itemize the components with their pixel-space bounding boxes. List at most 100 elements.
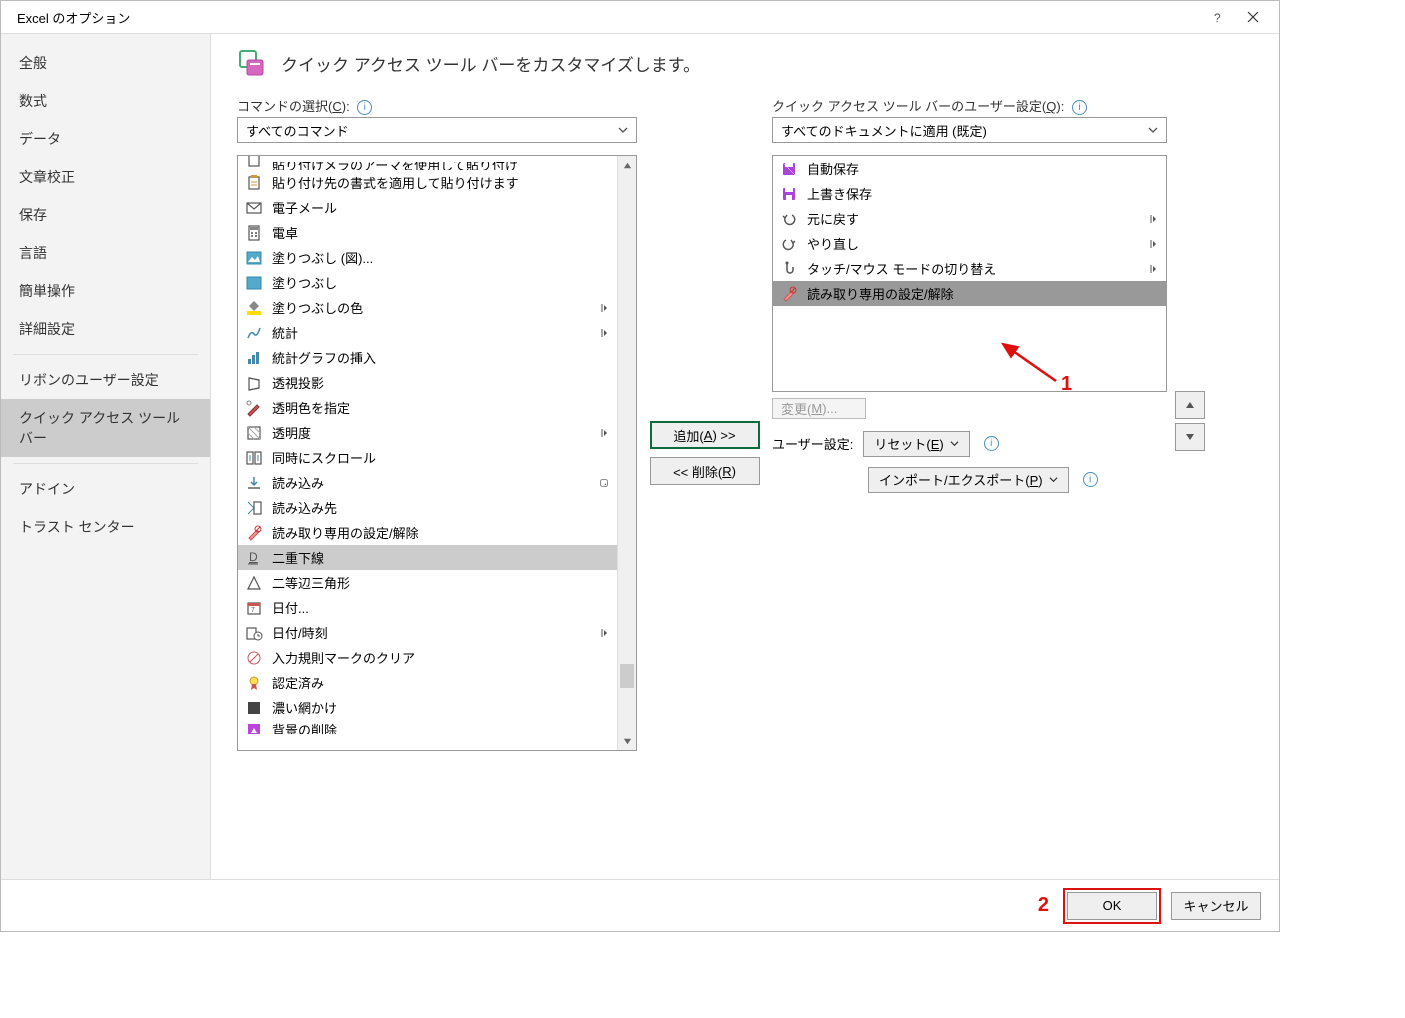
info-icon[interactable]: i — [1083, 472, 1098, 487]
submenu-indicator-icon — [1146, 264, 1160, 274]
add-button[interactable]: 追加(A) >> — [650, 421, 760, 449]
list-item[interactable]: 濃い網かけ — [238, 695, 617, 720]
readonly-toggle-icon — [244, 523, 264, 543]
submenu-indicator-icon — [597, 328, 611, 338]
list-item[interactable]: 電卓 — [238, 220, 617, 245]
list-item[interactable]: 認定済み — [238, 670, 617, 695]
sidebar-item[interactable]: 数式 — [1, 82, 210, 120]
list-item[interactable]: 自動保存 — [773, 156, 1166, 181]
scope-dropdown[interactable]: すべてのドキュメントに適用 (既定) — [772, 117, 1167, 143]
list-item[interactable]: 透視投影 — [238, 370, 617, 395]
list-item-label: 透明度 — [272, 423, 589, 442]
move-up-button[interactable] — [1175, 391, 1205, 419]
sidebar-item[interactable]: 言語 — [1, 234, 210, 272]
info-icon[interactable]: i — [1072, 100, 1087, 115]
modify-button: 変更(M)... — [772, 398, 866, 419]
list-item-label: 統計グラフの挿入 — [272, 348, 611, 367]
list-item[interactable]: 背景の削除 — [238, 720, 617, 734]
list-item[interactable]: 透明度 — [238, 420, 617, 445]
ok-button[interactable]: OK — [1067, 892, 1157, 920]
list-item[interactable]: 塗りつぶし — [238, 270, 617, 295]
main-panel: クイック アクセス ツール バーをカスタマイズします。 コマンドの選択(C): … — [211, 34, 1279, 879]
sidebar-divider — [13, 463, 198, 464]
sidebar: 全般数式データ文章校正保存言語簡単操作詳細設定 リボンのユーザー設定クイック ア… — [1, 34, 211, 879]
scroll-track[interactable] — [618, 174, 636, 732]
double-underline-icon: D — [244, 548, 264, 568]
list-item[interactable]: 入力規則マークのクリア — [238, 645, 617, 670]
list-item-label: 塗りつぶしの色 — [272, 298, 589, 317]
list-item[interactable]: タッチ/マウス モードの切り替え — [773, 256, 1166, 281]
scrollbar[interactable] — [617, 156, 636, 750]
main-header: クイック アクセス ツール バーをカスタマイズします。 — [237, 48, 1253, 78]
submenu-indicator-icon — [597, 628, 611, 638]
list-item[interactable]: 塗りつぶしの色 — [238, 295, 617, 320]
list-item-label: やり直し — [807, 234, 1138, 253]
sidebar-item[interactable]: トラスト センター — [1, 508, 210, 546]
sidebar-item[interactable]: 保存 — [1, 196, 210, 234]
list-item[interactable]: 元に戻す — [773, 206, 1166, 231]
autosave-icon — [779, 159, 799, 179]
sidebar-item[interactable]: クイック アクセス ツール バー — [1, 399, 210, 457]
list-item[interactable]: 読み取り専用の設定/解除 — [238, 520, 617, 545]
submenu-indicator-icon — [597, 303, 611, 313]
list-item[interactable]: 日付/時刻 — [238, 620, 617, 645]
scroll-thumb[interactable] — [620, 664, 634, 688]
info-icon[interactable]: i — [357, 100, 372, 115]
qat-settings-label: クイック アクセス ツール バーのユーザー設定(Q): — [772, 99, 1068, 114]
list-item-label: 読み込み — [272, 473, 589, 492]
window-title: Excel のオプション — [9, 8, 1199, 27]
list-item[interactable]: 電子メール — [238, 195, 617, 220]
list-item-label: タッチ/マウス モードの切り替え — [807, 259, 1138, 278]
close-button[interactable] — [1235, 3, 1271, 31]
sidebar-item[interactable]: データ — [1, 120, 210, 158]
commands-dropdown[interactable]: すべてのコマンド — [237, 117, 637, 143]
sidebar-item[interactable]: リボンのユーザー設定 — [1, 361, 210, 399]
list-item[interactable]: 読み取り専用の設定/解除 — [773, 281, 1166, 306]
sidebar-item[interactable]: 文章校正 — [1, 158, 210, 196]
list-item[interactable]: 同時にスクロール — [238, 445, 617, 470]
cancel-button[interactable]: キャンセル — [1171, 892, 1261, 920]
list-item[interactable]: 貼り付け先の書式を適用して貼り付けます — [238, 170, 617, 195]
sync-scroll-icon — [244, 448, 264, 468]
list-item[interactable]: 塗りつぶし (図)... — [238, 245, 617, 270]
submenu-indicator-icon — [1146, 214, 1160, 224]
list-item[interactable]: 7日付... — [238, 595, 617, 620]
sidebar-item[interactable]: 簡単操作 — [1, 272, 210, 310]
fill-icon — [244, 273, 264, 293]
sidebar-item[interactable]: 全般 — [1, 44, 210, 82]
list-item[interactable]: 透明色を指定 — [238, 395, 617, 420]
annotation-2: 2 — [1038, 894, 1049, 917]
list-item[interactable]: 読み込み先 — [238, 495, 617, 520]
list-item[interactable]: 貼り付けメラのアーマを使用して貼り付け — [238, 156, 617, 170]
import-export-button[interactable]: インポート/エクスポート(P) — [868, 467, 1069, 493]
sidebar-item[interactable]: 詳細設定 — [1, 310, 210, 348]
page-title: クイック アクセス ツール バーをカスタマイズします。 — [281, 51, 700, 76]
list-item-label: 読み込み先 — [272, 498, 611, 517]
list-item-label: 自動保存 — [807, 159, 1160, 178]
list-item[interactable]: 読み込み — [238, 470, 617, 495]
list-item-label: 濃い網かけ — [272, 698, 611, 717]
info-icon[interactable]: i — [984, 436, 999, 451]
remove-button[interactable]: << 削除(R) — [650, 457, 760, 485]
scroll-down-button[interactable] — [618, 732, 636, 750]
list-item[interactable]: やり直し — [773, 231, 1166, 256]
svg-text:7: 7 — [251, 607, 255, 614]
list-item[interactable]: 二等辺三角形 — [238, 570, 617, 595]
dialog-footer: 2 OK キャンセル — [1, 879, 1279, 931]
chevron-down-icon — [618, 125, 628, 135]
list-item[interactable]: 統計グラフの挿入 — [238, 345, 617, 370]
qat-listbox[interactable]: 自動保存上書き保存元に戻すやり直しタッチ/マウス モードの切り替え読み取り専用の… — [772, 155, 1167, 392]
help-button[interactable]: ? — [1199, 3, 1235, 31]
scroll-up-button[interactable] — [618, 156, 636, 174]
annotation-highlight-ok: OK — [1063, 888, 1161, 924]
list-item[interactable]: 上書き保存 — [773, 181, 1166, 206]
sidebar-item[interactable]: アドイン — [1, 470, 210, 508]
list-item[interactable]: 統計 — [238, 320, 617, 345]
chevron-down-icon — [950, 439, 959, 448]
move-down-button[interactable] — [1175, 423, 1205, 451]
list-item-label: 上書き保存 — [807, 184, 1160, 203]
perspective-icon — [244, 373, 264, 393]
reset-button[interactable]: リセット(E) — [863, 431, 969, 457]
commands-listbox[interactable]: 貼り付けメラのアーマを使用して貼り付け貼り付け先の書式を適用して貼り付けます電子… — [237, 155, 637, 751]
list-item[interactable]: D二重下線 — [238, 545, 617, 570]
